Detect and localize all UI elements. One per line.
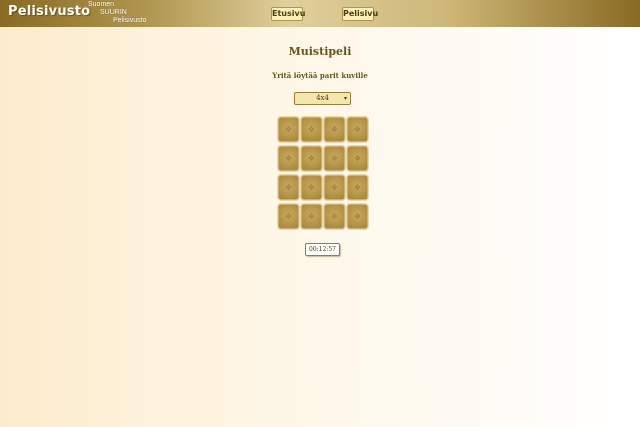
card-back-pattern-icon: ❖ (307, 125, 316, 134)
board-size-select[interactable]: 4x4 ▾ (294, 92, 351, 105)
memory-card[interactable]: ❖ (347, 175, 368, 200)
board-size-value: 4x4 (316, 94, 329, 102)
card-back-pattern-icon: ❖ (330, 212, 339, 221)
memory-card[interactable]: ❖ (278, 175, 299, 200)
memory-card[interactable]: ❖ (278, 204, 299, 229)
memory-card[interactable]: ❖ (347, 204, 368, 229)
card-back-pattern-icon: ❖ (330, 125, 339, 134)
card-back-pattern-icon: ❖ (307, 154, 316, 163)
card-back-pattern-icon: ❖ (353, 183, 362, 192)
memory-card[interactable]: ❖ (324, 117, 345, 142)
memory-card[interactable]: ❖ (347, 117, 368, 142)
memory-card[interactable]: ❖ (324, 175, 345, 200)
game-title: Muistipeli (288, 45, 352, 58)
card-back-pattern-icon: ❖ (330, 154, 339, 163)
nav-pelisivu-button[interactable]: Pelisivu (342, 7, 378, 21)
tagline-line-1: Suomen (88, 1, 115, 8)
memory-card[interactable]: ❖ (347, 146, 368, 171)
memory-card[interactable]: ❖ (278, 117, 299, 142)
memory-card[interactable]: ❖ (301, 204, 322, 229)
card-back-pattern-icon: ❖ (284, 212, 293, 221)
card-back-pattern-icon: ❖ (353, 125, 362, 134)
card-back-pattern-icon: ❖ (307, 212, 316, 221)
card-back-pattern-icon: ❖ (353, 154, 362, 163)
card-back-pattern-icon: ❖ (307, 183, 316, 192)
memory-card[interactable]: ❖ (301, 146, 322, 171)
site-logo[interactable]: Pelisivusto (8, 4, 90, 19)
chevron-down-icon: ▾ (343, 95, 347, 102)
game-subtitle: Yritä löytää parit kuville (272, 71, 368, 80)
card-back-pattern-icon: ❖ (330, 183, 339, 192)
nav-etusivu-button[interactable]: Etusivu (271, 7, 305, 21)
card-back-pattern-icon: ❖ (284, 154, 293, 163)
game-timer: 00:12:57 (305, 243, 340, 256)
memory-card[interactable]: ❖ (301, 117, 322, 142)
memory-card[interactable]: ❖ (278, 146, 299, 171)
card-back-pattern-icon: ❖ (284, 183, 293, 192)
top-header: Pelisivusto Suomen SUURIN Pelisivusto Et… (0, 0, 640, 27)
memory-card[interactable]: ❖ (324, 146, 345, 171)
memory-card[interactable]: ❖ (301, 175, 322, 200)
card-back-pattern-icon: ❖ (353, 212, 362, 221)
memory-card[interactable]: ❖ (324, 204, 345, 229)
tagline-line-2: SUURIN (100, 9, 127, 16)
card-back-pattern-icon: ❖ (284, 125, 293, 134)
tagline-line-3: Pelisivusto (113, 17, 147, 24)
